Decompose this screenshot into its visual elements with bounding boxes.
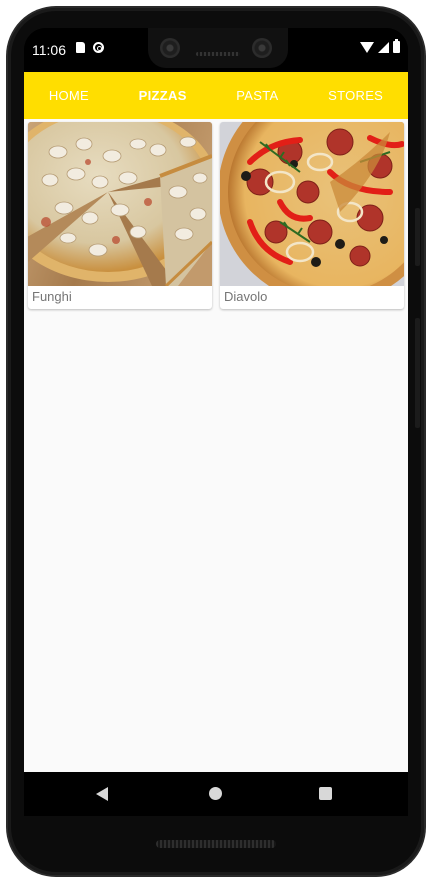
product-name: Funghi xyxy=(32,289,72,304)
front-camera-icon xyxy=(252,38,272,58)
product-card-diavolo[interactable]: Diavolo xyxy=(220,122,404,309)
product-card-funghi[interactable]: Funghi xyxy=(28,122,212,309)
volume-button xyxy=(415,318,420,428)
status-time: 11:06 xyxy=(32,42,66,58)
battery-icon xyxy=(393,39,400,53)
tab-pasta[interactable]: PASTA xyxy=(230,78,284,113)
back-icon[interactable] xyxy=(96,787,108,801)
tab-stores[interactable]: STORES xyxy=(322,78,389,113)
device-screen: 11:06 HOME PIZZAS PASTA STORES Funghi Di… xyxy=(24,28,408,816)
at-sign-icon xyxy=(93,42,104,53)
tab-home[interactable]: HOME xyxy=(43,78,95,113)
earpiece-speaker xyxy=(196,52,240,56)
status-right-icons xyxy=(360,39,400,53)
tab-bar: HOME PIZZAS PASTA STORES xyxy=(24,72,408,119)
funghi-pizza-image xyxy=(28,122,212,286)
product-grid: Funghi Diavolo xyxy=(28,122,404,309)
product-name: Diavolo xyxy=(224,289,268,304)
signal-icon xyxy=(378,41,389,53)
wifi-icon xyxy=(360,41,374,53)
recent-apps-icon[interactable] xyxy=(319,787,332,800)
bottom-speaker-grille xyxy=(156,840,276,848)
diavolo-pizza-image xyxy=(220,122,404,286)
navigation-bar xyxy=(24,772,408,816)
status-left-icons xyxy=(76,42,104,53)
front-camera-icon xyxy=(160,38,180,58)
status-bar: 11:06 xyxy=(24,28,408,72)
camera-notch xyxy=(148,28,288,68)
product-list: Funghi Diavolo xyxy=(24,119,408,772)
power-button xyxy=(415,208,420,266)
sd-card-icon xyxy=(76,42,85,53)
tab-pizzas[interactable]: PIZZAS xyxy=(133,78,193,113)
home-icon[interactable] xyxy=(209,787,222,800)
